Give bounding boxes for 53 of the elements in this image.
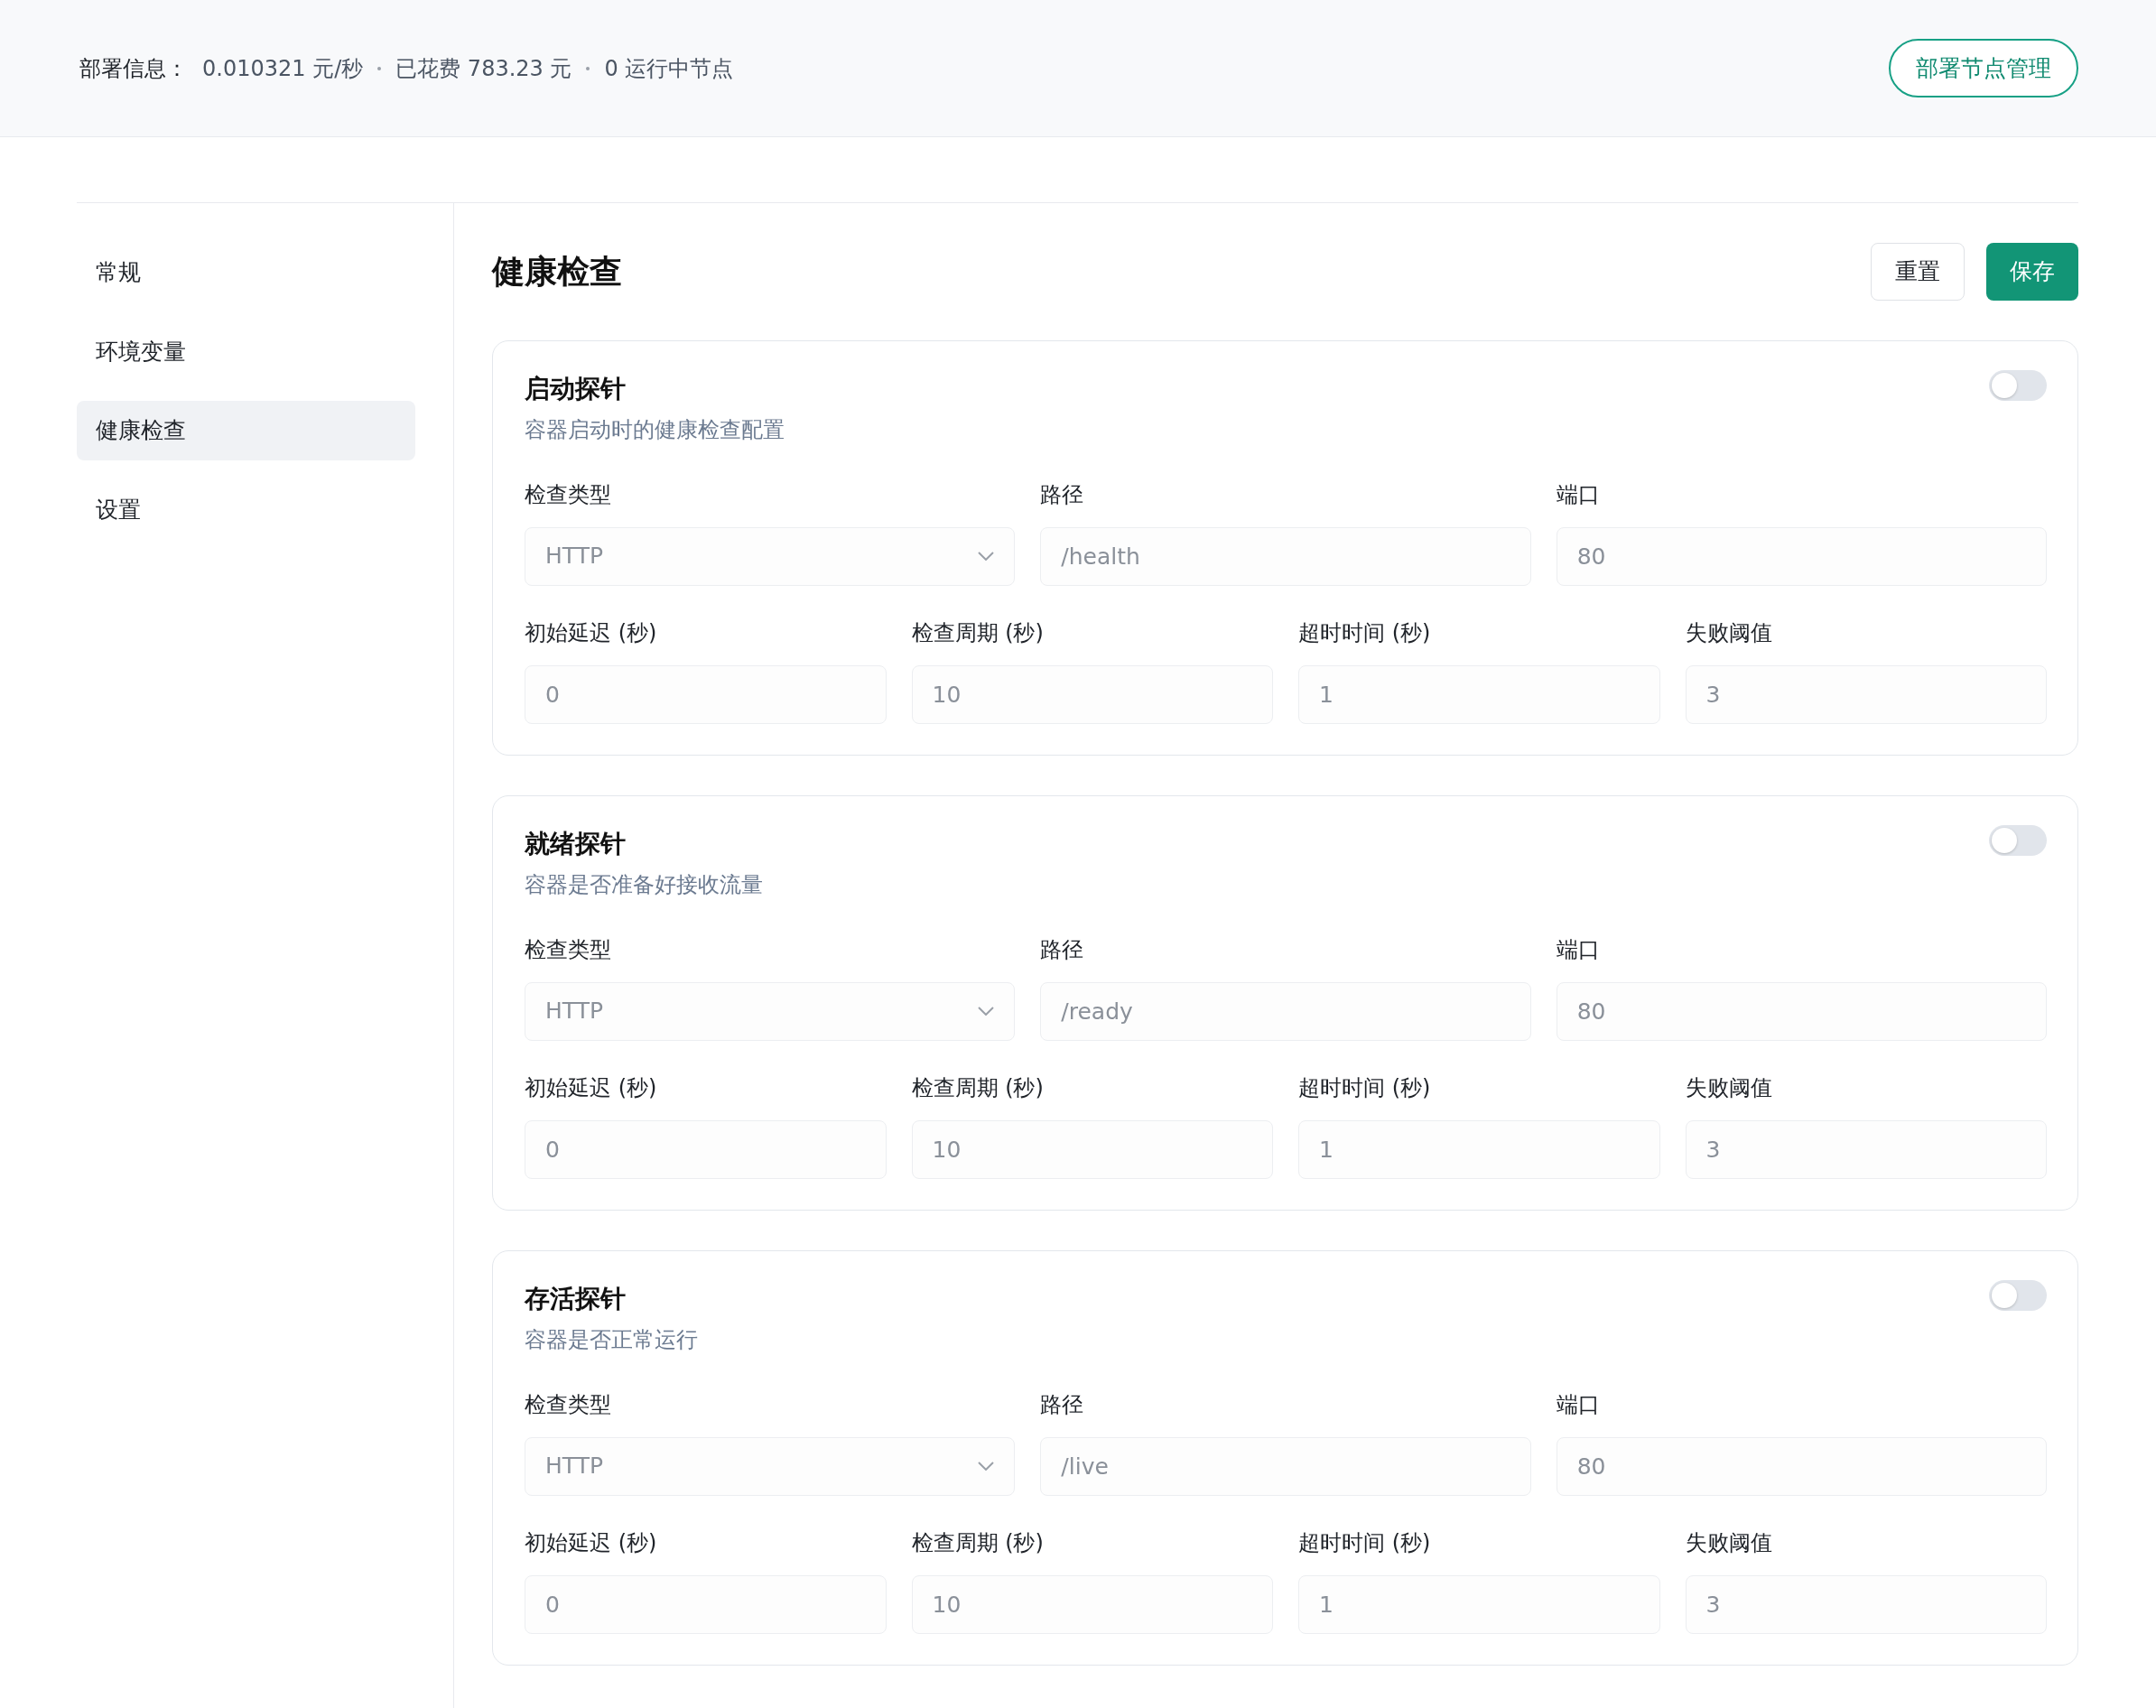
field-label: 检查周期 (秒) xyxy=(911,1073,1045,1102)
info-text: 已花费 783.23 元 xyxy=(395,54,572,83)
toggle-switch[interactable] xyxy=(1989,824,2047,856)
field-label: 路径 xyxy=(1040,1390,1085,1419)
field-label: 初始延迟 (秒) xyxy=(525,618,658,647)
select-field[interactable]: HTTP xyxy=(525,981,1016,1041)
field-label: 端口 xyxy=(1556,480,1601,509)
chevron-down-icon xyxy=(978,552,995,561)
separator-dot xyxy=(377,66,382,70)
probe-title: 就绪探针 xyxy=(525,827,627,860)
chevron-down-icon xyxy=(978,1462,995,1471)
node-management-button[interactable]: 部署节点管理 xyxy=(1889,38,2078,98)
field-label: 超时时间 (秒) xyxy=(1298,1073,1432,1102)
field-label: 初始延迟 (秒) xyxy=(525,1073,658,1102)
field-label: 路径 xyxy=(1040,480,1085,509)
probe-description: 容器是否正常运行 xyxy=(525,1325,698,1354)
field-label: 超时时间 (秒) xyxy=(1298,618,1432,647)
select-field[interactable]: HTTP xyxy=(525,526,1016,586)
select-value: HTTP xyxy=(545,997,603,1026)
field-label: 检查类型 xyxy=(525,1390,612,1419)
field-label: 路径 xyxy=(1040,935,1085,964)
select-field[interactable]: HTTP xyxy=(525,1436,1016,1496)
sidebar-item[interactable]: 常规 xyxy=(77,243,415,302)
chevron-down-icon xyxy=(978,1007,995,1016)
probe-title: 启动探针 xyxy=(525,372,627,405)
probe-description: 容器是否准备好接收流量 xyxy=(525,870,763,899)
field-label: 初始延迟 (秒) xyxy=(525,1528,658,1557)
field-label: 超时时间 (秒) xyxy=(1298,1528,1432,1557)
page-title: 健康检查 xyxy=(492,251,622,292)
info-text: 0.010321 元/秒 xyxy=(202,54,364,83)
field-label: 检查周期 (秒) xyxy=(911,618,1045,647)
field-label: 端口 xyxy=(1556,935,1601,964)
field-label: 失败阈值 xyxy=(1685,1528,1773,1557)
save-button[interactable]: 保存 xyxy=(1986,243,2078,301)
field-label: 检查类型 xyxy=(525,935,612,964)
field-label: 失败阈值 xyxy=(1685,618,1773,647)
info-label: 部署信息： xyxy=(79,54,188,83)
sidebar-item[interactable]: 健康检查 xyxy=(77,401,415,460)
field-label: 检查类型 xyxy=(525,480,612,509)
reset-button[interactable]: 重置 xyxy=(1871,243,1965,301)
sidebar-item[interactable]: 设置 xyxy=(77,479,415,539)
select-value: HTTP xyxy=(545,1452,603,1481)
info-text: 0 运行中节点 xyxy=(604,54,734,83)
sidebar-item[interactable]: 环境变量 xyxy=(77,321,415,381)
probe-description: 容器启动时的健康检查配置 xyxy=(525,415,785,444)
field-label: 失败阈值 xyxy=(1685,1073,1773,1102)
probe-title: 存活探针 xyxy=(525,1282,627,1315)
field-label: 端口 xyxy=(1556,1390,1601,1419)
toggle-switch[interactable] xyxy=(1989,1279,2047,1311)
field-label: 检查周期 (秒) xyxy=(911,1528,1045,1557)
separator-dot xyxy=(586,66,590,70)
toggle-switch[interactable] xyxy=(1989,369,2047,401)
select-value: HTTP xyxy=(545,542,603,571)
